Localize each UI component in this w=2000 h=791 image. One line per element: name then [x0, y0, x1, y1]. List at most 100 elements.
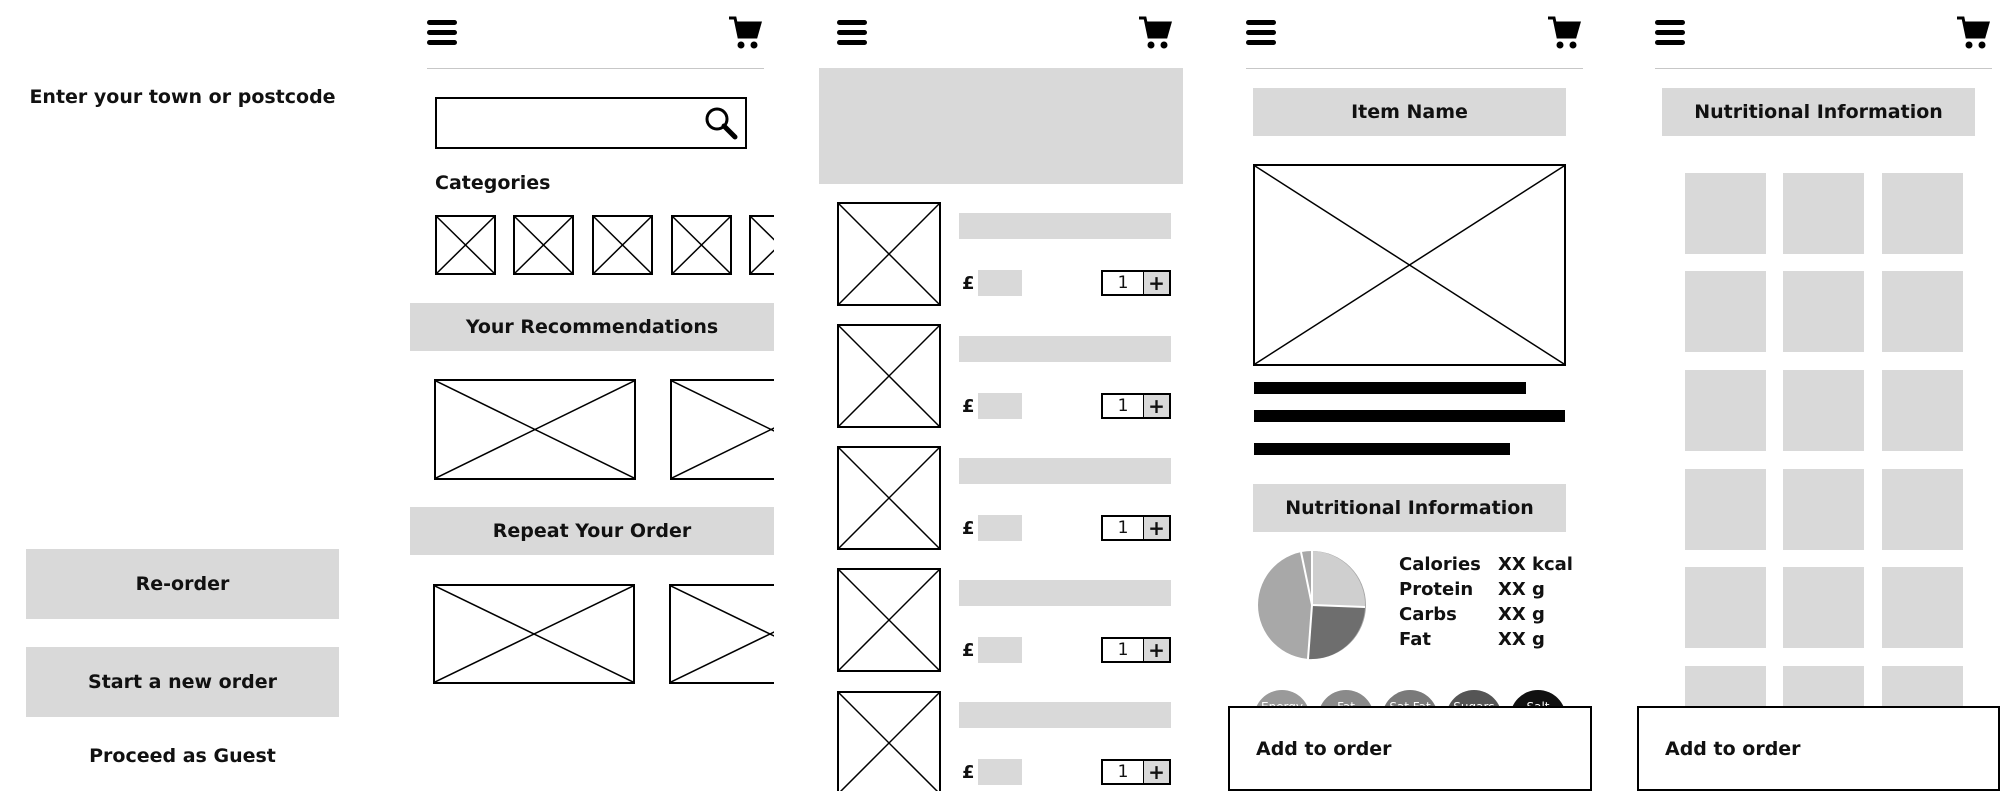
- screen-product-list: £ 1 + £ 1 + £ 1 + £ 1 + £ 1 +: [819, 0, 1183, 791]
- currency-symbol: £: [962, 396, 975, 417]
- nutrition-grid-cell: [1882, 469, 1963, 550]
- add-to-order-button[interactable]: Add to order: [1637, 706, 2000, 791]
- quantity-value[interactable]: 1: [1103, 639, 1143, 661]
- currency-symbol: £: [962, 640, 975, 661]
- product-name-placeholder: [959, 336, 1171, 362]
- price-placeholder: [978, 393, 1022, 419]
- product-image[interactable]: [837, 568, 941, 672]
- quantity-stepper[interactable]: 1 +: [1101, 637, 1171, 663]
- cart-icon[interactable]: [1547, 15, 1581, 51]
- cart-icon[interactable]: [1138, 15, 1172, 51]
- nutrition-grid-cell: [1685, 370, 1766, 451]
- header-divider: [427, 68, 764, 69]
- proceed-as-guest-link[interactable]: Proceed as Guest: [0, 745, 365, 767]
- pie-slice-light: [1312, 551, 1366, 607]
- nutrition-grid-cell: [1783, 469, 1864, 550]
- increment-button[interactable]: +: [1143, 271, 1169, 295]
- product-name-placeholder: [959, 213, 1171, 239]
- cart-icon[interactable]: [728, 15, 762, 51]
- increment-button[interactable]: +: [1143, 516, 1169, 540]
- product-image[interactable]: [837, 446, 941, 550]
- category-tile[interactable]: [749, 215, 774, 275]
- screen-location: Enter your town or postcode Re-order Sta…: [0, 0, 365, 791]
- increment-button[interactable]: +: [1143, 638, 1169, 662]
- quantity-stepper[interactable]: 1 +: [1101, 759, 1171, 785]
- price-placeholder: [978, 637, 1022, 663]
- category-tile[interactable]: [671, 215, 732, 275]
- nutrition-grid-cell: [1685, 173, 1766, 254]
- header-divider: [1655, 68, 1992, 69]
- category-tile[interactable]: [435, 215, 496, 275]
- nutrition-value-protein: XX g: [1498, 579, 1545, 600]
- quantity-value[interactable]: 1: [1103, 272, 1143, 294]
- location-prompt[interactable]: Enter your town or postcode: [0, 86, 365, 108]
- nutrition-grid-cell: [1783, 271, 1864, 352]
- quantity-value[interactable]: 1: [1103, 761, 1143, 783]
- cart-icon[interactable]: [1956, 15, 1990, 51]
- quantity-stepper[interactable]: 1 +: [1101, 393, 1171, 419]
- start-new-order-button[interactable]: Start a new order: [26, 647, 339, 717]
- nutrition-label-protein: Protein: [1399, 579, 1474, 600]
- product-name-placeholder: [959, 458, 1171, 484]
- description-line: [1254, 382, 1526, 394]
- item-name-heading: Item Name: [1253, 88, 1566, 136]
- previous-order-card[interactable]: [433, 584, 635, 684]
- recommendations-heading: Your Recommendations: [410, 303, 774, 351]
- item-image: [1253, 164, 1566, 366]
- categories-heading: Categories: [435, 172, 551, 194]
- nutrition-grid-cell: [1783, 173, 1864, 254]
- price-placeholder: [978, 759, 1022, 785]
- product-image[interactable]: [837, 202, 941, 306]
- nutrition-grid-cell: [1685, 271, 1766, 352]
- nutrition-grid-cell: [1882, 173, 1963, 254]
- currency-symbol: £: [962, 273, 975, 294]
- nutrition-heading: Nutritional Information: [1253, 484, 1566, 532]
- increment-button[interactable]: +: [1143, 760, 1169, 784]
- price-placeholder: [978, 270, 1022, 296]
- category-tile[interactable]: [513, 215, 574, 275]
- nutrition-value-fat: XX g: [1498, 629, 1545, 650]
- product-image[interactable]: [837, 324, 941, 428]
- reorder-button[interactable]: Re-order: [26, 549, 339, 619]
- nutrition-heading: Nutritional Information: [1662, 88, 1975, 136]
- nutrition-label-fat: Fat: [1399, 629, 1431, 650]
- menu-icon[interactable]: [427, 20, 457, 46]
- currency-symbol: £: [962, 762, 975, 783]
- recommendation-card[interactable]: [670, 379, 774, 480]
- price-placeholder: [978, 515, 1022, 541]
- quantity-value[interactable]: 1: [1103, 395, 1143, 417]
- nutrition-label-carbs: Carbs: [1399, 604, 1457, 625]
- description-line: [1254, 443, 1510, 455]
- nutrition-grid-cell: [1882, 271, 1963, 352]
- screen-item-detail: Item Name Nutritional Information Calori…: [1228, 0, 1592, 791]
- product-image[interactable]: [837, 691, 941, 791]
- increment-button[interactable]: +: [1143, 394, 1169, 418]
- nutrition-grid-cell: [1882, 567, 1963, 648]
- previous-order-card[interactable]: [669, 584, 774, 684]
- product-name-placeholder: [959, 580, 1171, 606]
- nutrition-grid-cell: [1783, 567, 1864, 648]
- pie-slice-dark: [1308, 605, 1365, 660]
- quantity-stepper[interactable]: 1 +: [1101, 515, 1171, 541]
- quantity-value[interactable]: 1: [1103, 517, 1143, 539]
- search-input[interactable]: [435, 97, 747, 149]
- quantity-stepper[interactable]: 1 +: [1101, 270, 1171, 296]
- nutrition-grid-cell: [1685, 567, 1766, 648]
- add-to-order-button[interactable]: Add to order: [1228, 706, 1592, 791]
- nutrition-pie-chart: [1258, 551, 1366, 660]
- nutrition-grid-cell: [1882, 370, 1963, 451]
- menu-icon[interactable]: [1246, 20, 1276, 46]
- repeat-order-heading: Repeat Your Order: [410, 507, 774, 555]
- banner-placeholder: [819, 68, 1183, 184]
- search-icon[interactable]: [704, 106, 738, 140]
- screen-nutrition-detail: Nutritional Information Add to order: [1637, 0, 2000, 791]
- menu-icon[interactable]: [1655, 20, 1685, 46]
- product-name-placeholder: [959, 702, 1171, 728]
- nutrition-grid-cell: [1783, 370, 1864, 451]
- recommendation-card[interactable]: [434, 379, 636, 480]
- description-line: [1254, 410, 1565, 422]
- menu-icon[interactable]: [837, 20, 867, 46]
- category-tile[interactable]: [592, 215, 653, 275]
- nutrition-value-calories: XX kcal: [1498, 554, 1573, 575]
- nutrition-value-carbs: XX g: [1498, 604, 1545, 625]
